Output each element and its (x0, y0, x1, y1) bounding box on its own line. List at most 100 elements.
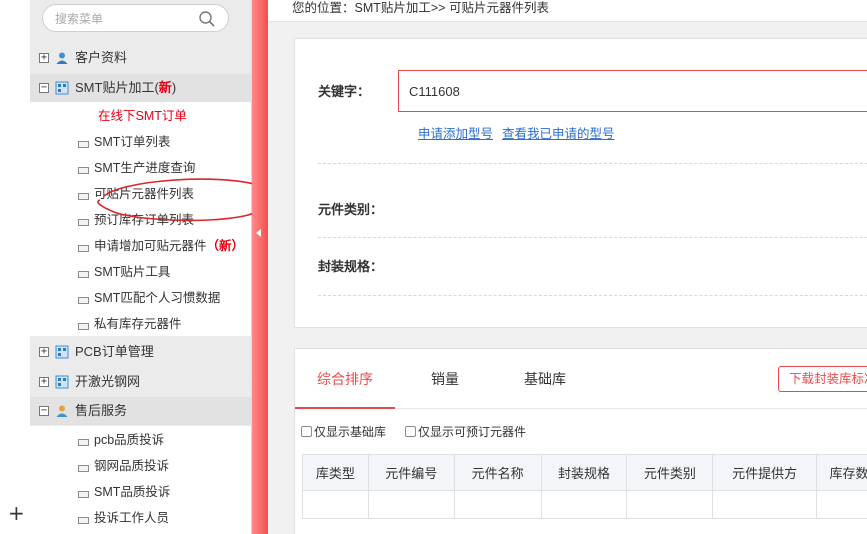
support-person-icon (56, 405, 68, 417)
breadcrumb-bar: 您的位置：SMT贴片加工>> 可贴片元器件列表 (268, 0, 867, 22)
page-icon (78, 439, 89, 446)
page-icon (78, 141, 89, 148)
expand-plus-icon[interactable]: + (39, 347, 49, 357)
submenu-item-smt-order-list[interactable]: SMT订单列表 (30, 129, 251, 155)
user-icon (56, 52, 68, 64)
menu-group-label: 售后服务 (75, 403, 128, 418)
after-sales-submenu: pcb品质投诉 钢网品质投诉 SMT品质投诉 投诉工作人员 (30, 426, 251, 534)
keyword-input[interactable]: C111608 (398, 70, 867, 112)
table-cell (626, 490, 714, 519)
column-header-component-name[interactable]: 元件名称 (453, 454, 542, 491)
submenu-item-label: SMT贴片工具 (94, 265, 171, 279)
view-applied-models-link[interactable]: 查看我已申请的型号 (502, 123, 615, 142)
grid-app-icon (55, 345, 69, 359)
submenu-item-label: SMT匹配个人习惯数据 (94, 291, 221, 305)
submenu-item-label: 在线下SMT订单 (98, 109, 187, 123)
checkbox-box[interactable] (405, 426, 416, 437)
expand-plus-icon[interactable]: + (39, 53, 49, 63)
table-cell (816, 490, 867, 519)
divider (318, 237, 867, 238)
column-header-library-type[interactable]: 库类型 (302, 454, 369, 491)
tab-basic-library[interactable]: 基础库 (495, 349, 595, 409)
sidebar-menu: + 客户资料 − SMT贴片加工(新) 在线下SMT订单 (30, 0, 269, 534)
page-icon (78, 271, 89, 278)
package-label: 封装规格： (318, 259, 384, 274)
collapse-minus-icon[interactable]: − (39, 406, 49, 416)
table-cell (367, 490, 455, 519)
table-cell (540, 490, 628, 519)
plus-icon[interactable]: + (8, 503, 25, 523)
column-header-component-code[interactable]: 元件编号 (367, 454, 455, 491)
submenu-item-label: pcb品质投诉 (94, 433, 165, 447)
divider (318, 163, 867, 164)
column-header-supplier[interactable]: 元件提供方 (712, 454, 818, 491)
submenu-item-smt-habit-data[interactable]: SMT匹配个人习惯数据 (30, 285, 251, 311)
keyword-input-value: C111608 (409, 84, 460, 99)
tab-overall-sort[interactable]: 综合排序 (295, 349, 395, 409)
table-cell (302, 490, 369, 519)
reservable-only-checkbox[interactable]: 仅显示可预订元器件 (405, 425, 526, 439)
grid-app-icon (55, 375, 69, 389)
submenu-item-smt-tools[interactable]: SMT贴片工具 (30, 259, 251, 285)
table-row[interactable] (302, 490, 867, 519)
filter-panel: 关键字： C111608 申请添加型号 查看我已申请的型号 元件类别： 封装规格… (294, 38, 867, 328)
page-icon (78, 517, 89, 524)
column-header-package[interactable]: 封装规格 (540, 454, 628, 491)
submenu-item-label: 私有库存元器件 (94, 317, 182, 331)
menu-group-label: 客户资料 (75, 50, 128, 65)
main-content: 您的位置：SMT贴片加工>> 可贴片元器件列表 关键字： C111608 申请添… (268, 0, 867, 534)
sidebar-collapse-bar[interactable] (252, 0, 268, 534)
page: + + 客户资料 − (0, 0, 867, 534)
search-icon[interactable] (198, 10, 216, 28)
collapse-minus-icon[interactable]: − (39, 83, 49, 93)
left-gutter: + (0, 0, 30, 534)
results-panel: 综合排序 销量 基础库 下载封装库标准 仅显示基础库 仅显示可预订元器件 库类型… (294, 348, 867, 534)
basic-library-only-checkbox[interactable]: 仅显示基础库 (301, 425, 386, 439)
menu-search-input[interactable] (55, 10, 195, 28)
submenu-item-apply-component[interactable]: 申请增加可贴元器件（新） (30, 233, 251, 259)
keyword-label: 关键字： (318, 84, 371, 99)
submenu-item-smt-complaint[interactable]: SMT品质投诉 (30, 479, 251, 505)
page-icon (78, 465, 89, 472)
expand-plus-icon[interactable]: + (39, 377, 49, 387)
checkbox-box[interactable] (301, 426, 312, 437)
submenu-item-private-stock[interactable]: 私有库存元器件 (30, 311, 251, 337)
highlight-circle-annotation (97, 178, 269, 222)
page-icon (78, 193, 89, 200)
menu-group-customer[interactable]: + 客户资料 (30, 44, 251, 72)
checkbox-label: 仅显示基础库 (314, 425, 387, 439)
submenu-item-label: SMT订单列表 (94, 135, 171, 149)
column-header-stock[interactable]: 库存数 (816, 454, 867, 491)
submenu-item-label: 钢网品质投诉 (94, 459, 170, 473)
checkbox-label: 仅显示可预订元器件 (418, 425, 527, 439)
page-icon (78, 167, 89, 174)
page-icon (78, 491, 89, 498)
menu-group-after-sales[interactable]: − 售后服务 (30, 397, 251, 425)
submenu-item-pcb-complaint[interactable]: pcb品质投诉 (30, 427, 251, 453)
submenu-item-staff-complaint[interactable]: 投诉工作人员 (30, 505, 251, 531)
download-package-library-button[interactable]: 下载封装库标准 (778, 366, 867, 392)
menu-group-smt[interactable]: − SMT贴片加工(新) (30, 74, 251, 102)
sort-tabs: 综合排序 销量 基础库 下载封装库标准 (295, 349, 867, 409)
page-icon (78, 219, 89, 226)
apply-model-link[interactable]: 申请添加型号 (418, 123, 493, 142)
table-header-row: 库类型 元件编号 元件名称 封装规格 元件类别 元件提供方 库存数 (302, 454, 867, 491)
menu-group-pcb[interactable]: + PCB订单管理 (30, 338, 251, 366)
submenu-item-stencil-complaint[interactable]: 钢网品质投诉 (30, 453, 251, 479)
table-cell (712, 490, 818, 519)
grid-app-icon (55, 81, 69, 95)
breadcrumb: 您的位置：SMT贴片加工>> 可贴片元器件列表 (292, 1, 549, 15)
menu-search-box (42, 4, 229, 32)
menu-group-label: 开激光钢网 (75, 374, 141, 389)
column-header-category[interactable]: 元件类别 (626, 454, 714, 491)
component-table: 库类型 元件编号 元件名称 封装规格 元件类别 元件提供方 库存数 (302, 454, 867, 519)
submenu-item-online-smt-order[interactable]: 在线下SMT订单 (30, 103, 251, 129)
collapse-left-arrow-icon[interactable] (256, 229, 261, 237)
submenu-item-label: 申请增加可贴元器件（新） (94, 239, 245, 253)
menu-group-label: SMT贴片加工(新) (75, 80, 177, 95)
menu-group-stencil[interactable]: + 开激光钢网 (30, 368, 251, 396)
submenu-item-label: 投诉工作人员 (94, 511, 170, 525)
page-icon (78, 245, 89, 252)
tab-sales[interactable]: 销量 (395, 349, 495, 409)
divider (318, 295, 867, 296)
